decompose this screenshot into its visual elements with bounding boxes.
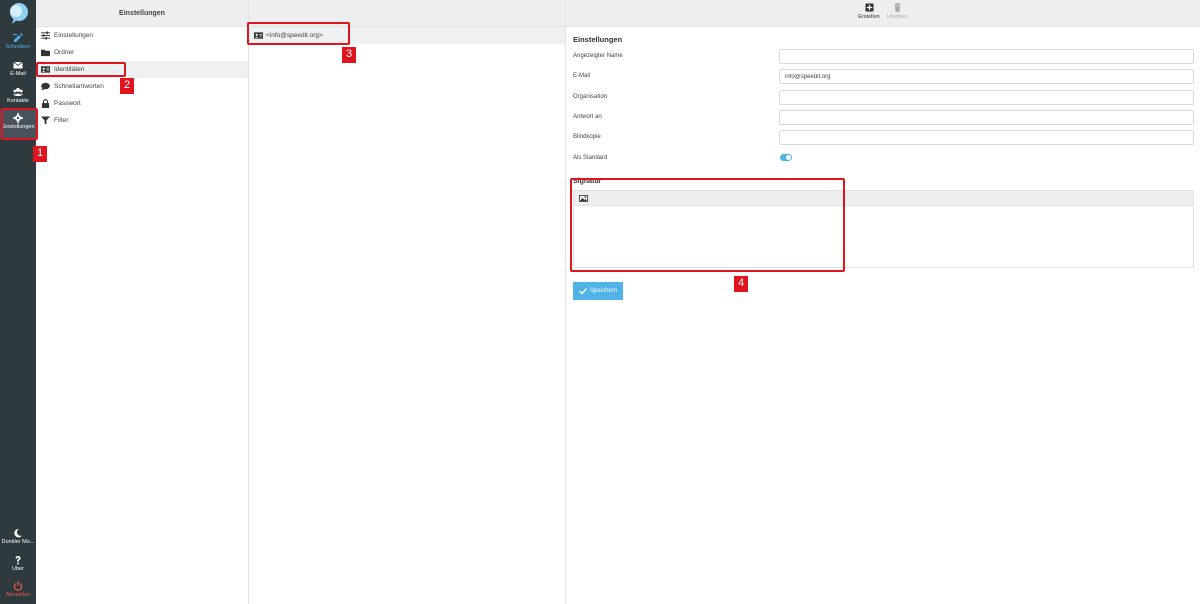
settings-header: Einstellungen bbox=[36, 0, 248, 27]
filter-icon bbox=[41, 116, 50, 125]
settings-item-label: Passwort bbox=[54, 100, 81, 107]
identity-details: Erstellen Löschen Einstellungen Angezeig… bbox=[566, 0, 1200, 604]
settings-item-password[interactable]: Passwort bbox=[36, 95, 248, 112]
display-name-field[interactable] bbox=[779, 49, 1194, 64]
taskbar-compose[interactable]: Schreiben bbox=[0, 30, 36, 56]
settings-item-label: Einstellungen bbox=[54, 32, 94, 39]
signature-toolbar bbox=[573, 190, 1194, 206]
power-icon bbox=[13, 581, 23, 591]
edit-icon bbox=[13, 33, 23, 42]
taskbar-dark-mode-label: Dunkler Mo... bbox=[1, 539, 35, 545]
taskbar-mail[interactable]: E-Mail bbox=[0, 57, 36, 83]
image-icon[interactable] bbox=[579, 195, 588, 202]
identity-item-label: <info@speedit.org> bbox=[266, 32, 323, 39]
annotation-number-4: 4 bbox=[734, 276, 748, 292]
identities-list: <info@speedit.org> bbox=[249, 0, 566, 604]
save-button[interactable]: Speichern bbox=[573, 282, 623, 300]
default-toggle[interactable] bbox=[780, 154, 792, 161]
settings-item-label: Identitäten bbox=[54, 66, 85, 73]
reply-to-field[interactable] bbox=[779, 110, 1194, 125]
contacts-icon bbox=[13, 88, 23, 96]
bcc-label: Blindkopie bbox=[573, 134, 601, 140]
lock-icon bbox=[41, 99, 50, 108]
bcc-field[interactable] bbox=[779, 130, 1194, 145]
taskbar-compose-label: Schreiben bbox=[5, 44, 31, 50]
taskbar-logout-label: Abmelden bbox=[5, 592, 31, 598]
display-name-label: Angezeigter Name bbox=[573, 53, 623, 59]
settings-item-label: Schnellantworten bbox=[54, 83, 104, 90]
identity-item[interactable]: <info@speedit.org> bbox=[249, 27, 565, 44]
id-card-icon bbox=[41, 66, 50, 73]
annotation-number-1: 1 bbox=[33, 146, 47, 162]
signature-editor[interactable] bbox=[573, 206, 1194, 268]
taskbar-settings-label: Einstellungen bbox=[1, 124, 35, 130]
question-icon bbox=[15, 556, 21, 565]
plus-square-icon bbox=[864, 3, 874, 12]
mail-icon bbox=[13, 61, 23, 69]
taskbar-about-label: Über bbox=[12, 566, 24, 572]
id-card-icon bbox=[254, 32, 263, 39]
default-label: Als Standard bbox=[573, 155, 608, 161]
settings-item-label: Filter bbox=[54, 117, 69, 124]
delete-button-label: Löschen bbox=[886, 14, 908, 20]
details-toolbar: Erstellen Löschen bbox=[566, 0, 1200, 27]
taskbar-dark-mode[interactable]: Dunkler Mo... bbox=[0, 525, 36, 551]
settings-item-quick-replies[interactable]: Schnellantworten bbox=[36, 78, 248, 95]
logo-icon bbox=[10, 3, 28, 24]
taskbar-mail-label: E-Mail bbox=[10, 71, 26, 77]
organisation-field[interactable] bbox=[779, 90, 1194, 105]
settings-item-folders[interactable]: Ordner bbox=[36, 44, 248, 61]
email-label: E-Mail bbox=[573, 73, 591, 79]
taskbar-logout[interactable]: Abmelden bbox=[0, 578, 36, 604]
taskbar: Schreiben E-Mail Kontakte Einstellungen … bbox=[0, 0, 36, 604]
moon-icon bbox=[14, 528, 22, 538]
identities-header bbox=[249, 0, 565, 27]
check-icon bbox=[579, 288, 587, 295]
organisation-label: Organisation bbox=[573, 94, 608, 100]
delete-button[interactable]: Löschen bbox=[883, 3, 911, 20]
reply-to-label: Antwort an bbox=[573, 114, 602, 120]
settings-item-identities[interactable]: Identitäten bbox=[36, 61, 248, 78]
annotation-number-2: 2 bbox=[120, 78, 134, 94]
email-field[interactable] bbox=[779, 69, 1194, 84]
settings-item-label: Ordner bbox=[54, 49, 75, 56]
section-title: Einstellungen bbox=[573, 35, 623, 44]
create-button-label: Erstellen bbox=[858, 14, 880, 20]
settings-item-filter[interactable]: Filter bbox=[36, 112, 248, 129]
create-button[interactable]: Erstellen bbox=[855, 3, 883, 20]
annotation-number-3: 3 bbox=[342, 47, 356, 63]
signature-title: Signatur bbox=[573, 178, 602, 185]
save-button-label: Speichern bbox=[589, 288, 618, 294]
taskbar-about[interactable]: Über bbox=[0, 552, 36, 578]
folder-icon bbox=[41, 49, 50, 57]
taskbar-contacts-label: Kontakte bbox=[7, 98, 29, 104]
settings-menu: Einstellungen Einstellungen Ordner Ident… bbox=[36, 0, 249, 604]
trash-icon bbox=[893, 3, 901, 12]
taskbar-contacts[interactable]: Kontakte bbox=[0, 84, 36, 110]
gear-icon bbox=[13, 113, 23, 123]
sliders-icon bbox=[41, 31, 50, 40]
settings-item-general[interactable]: Einstellungen bbox=[36, 27, 248, 44]
taskbar-settings[interactable]: Einstellungen bbox=[0, 110, 36, 139]
chat-icon bbox=[41, 82, 50, 91]
